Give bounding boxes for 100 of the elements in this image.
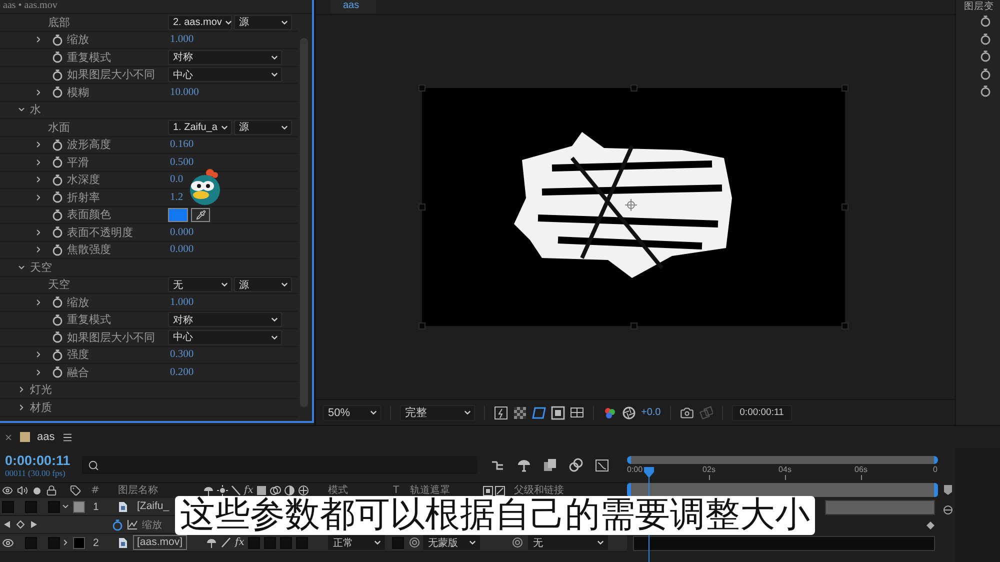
chevron-right-icon[interactable]: [34, 88, 43, 97]
property-value[interactable]: 0.0: [170, 174, 184, 186]
stopwatch-icon[interactable]: [52, 86, 63, 98]
stopwatch-icon[interactable]: [52, 138, 63, 151]
stopwatch-icon[interactable]: [980, 15, 990, 27]
concentric-circles-icon[interactable]: [512, 537, 523, 548]
grid-icon[interactable]: [570, 406, 584, 420]
eye-icon[interactable]: [2, 485, 13, 496]
resize-handle[interactable]: [630, 322, 637, 330]
chevron-right-icon[interactable]: [34, 175, 43, 184]
stopwatch-icon[interactable]: [980, 85, 990, 97]
square-icon[interactable]: [495, 486, 505, 496]
search-field[interactable]: [82, 456, 477, 474]
stopwatch-icon[interactable]: [52, 51, 63, 64]
chevron-right-icon[interactable]: [34, 298, 43, 307]
chevron-right-icon[interactable]: [17, 402, 26, 412]
stopwatch-icon[interactable]: [52, 296, 63, 308]
camera-icon[interactable]: [680, 406, 694, 420]
layer-dropdown[interactable]: 1. Zaifu_a: [168, 120, 232, 135]
chevron-right-icon[interactable]: [34, 192, 43, 202]
slash-icon[interactable]: [231, 485, 241, 496]
stopwatch-icon[interactable]: [52, 208, 63, 221]
square-icon[interactable]: [483, 486, 493, 496]
property-value[interactable]: 0.300: [170, 349, 194, 360]
option-dropdown[interactable]: 中心: [168, 330, 282, 345]
switch-box[interactable]: [248, 536, 260, 548]
keyframe-icon[interactable]: [926, 520, 935, 530]
resize-handle[interactable]: [842, 322, 848, 330]
chevron-right-icon[interactable]: [34, 245, 43, 254]
lightning-frame-icon[interactable]: [494, 406, 508, 420]
track-matte-dropdown[interactable]: 无蒙版: [423, 535, 480, 550]
property-value[interactable]: 10.000: [170, 86, 199, 98]
property-value[interactable]: 0.200: [170, 366, 194, 378]
resize-handle[interactable]: [418, 322, 426, 330]
switch-box[interactable]: [296, 536, 308, 548]
option-dropdown[interactable]: 中心: [168, 67, 282, 82]
option-dropdown[interactable]: 对称: [168, 50, 282, 65]
stopwatch-icon[interactable]: [980, 50, 990, 62]
switch-box[interactable]: [280, 536, 292, 548]
layer-bar[interactable]: [825, 500, 935, 514]
chevron-right-icon[interactable]: [17, 385, 26, 394]
menu-icon[interactable]: [62, 432, 73, 442]
stopwatch-icon[interactable]: [980, 32, 990, 44]
triangle-left-icon[interactable]: [3, 520, 11, 529]
property-value[interactable]: 0.000: [170, 244, 194, 256]
property-value[interactable]: 1.2: [170, 192, 184, 203]
chevron-down-icon[interactable]: [61, 502, 70, 511]
label-swatch[interactable]: [73, 536, 85, 548]
rgb-dots-icon[interactable]: [603, 406, 617, 420]
stopwatch-icon[interactable]: [52, 191, 63, 204]
label-swatch[interactable]: [73, 500, 85, 512]
layer-dropdown[interactable]: 无: [168, 277, 232, 292]
visibility-toggle[interactable]: [2, 536, 14, 548]
composition-tab[interactable]: aas: [331, 0, 376, 13]
slash-icon[interactable]: [221, 537, 231, 548]
timeline-tab[interactable]: aas: [37, 431, 55, 443]
chevron-right-icon[interactable]: [34, 350, 43, 360]
resize-handle[interactable]: [418, 84, 426, 92]
lock-icon[interactable]: [46, 485, 57, 496]
stopwatch-icon[interactable]: [52, 366, 63, 378]
frame-icon[interactable]: [551, 406, 565, 420]
dot-icon[interactable]: [32, 486, 42, 496]
stopwatch-icon[interactable]: [52, 34, 63, 46]
umbrella-icon[interactable]: [206, 537, 217, 548]
shield-icon[interactable]: [942, 484, 952, 496]
close-icon[interactable]: [4, 432, 13, 442]
umbrella-icon[interactable]: [203, 485, 214, 496]
diamond-icon[interactable]: [16, 520, 25, 529]
solo-toggle[interactable]: [25, 536, 37, 548]
current-time[interactable]: 0:00:00:11: [5, 452, 80, 468]
chevron-right-icon[interactable]: [34, 35, 43, 44]
property-value[interactable]: 0.500: [170, 156, 194, 168]
property-value[interactable]: 1.000: [170, 296, 194, 308]
layer-name[interactable]: [Zaifu_: [133, 499, 174, 514]
file-icon[interactable]: [118, 536, 128, 548]
resolution-dropdown[interactable]: 完整: [400, 404, 475, 420]
property-value[interactable]: 1.000: [170, 34, 194, 46]
resize-handle[interactable]: [630, 84, 637, 92]
square-icon[interactable]: [256, 485, 268, 496]
source-dropdown[interactable]: 源: [234, 277, 292, 292]
parallelogram-icon[interactable]: [532, 406, 546, 420]
stopwatch-icon[interactable]: [52, 314, 63, 326]
stopwatch-icon[interactable]: [52, 156, 63, 168]
option-dropdown[interactable]: 对称: [168, 312, 282, 328]
exposure-value[interactable]: +0.0: [641, 407, 661, 418]
file-icon[interactable]: [118, 500, 128, 512]
tag-icon[interactable]: [70, 485, 81, 496]
source-dropdown[interactable]: 源: [234, 14, 292, 30]
mode-dropdown[interactable]: 正常: [328, 535, 385, 550]
resize-handle[interactable]: [842, 84, 848, 92]
checkerboard-icon[interactable]: [513, 406, 527, 420]
chevron-right-icon[interactable]: [61, 538, 70, 547]
stopwatch-icon[interactable]: [980, 68, 990, 80]
half-circle-icon[interactable]: [284, 485, 296, 496]
chevron-right-icon[interactable]: [34, 140, 43, 150]
layer-dropdown[interactable]: 2. aas.mov: [168, 14, 232, 30]
source-dropdown[interactable]: 源: [234, 120, 292, 135]
chevron-right-icon[interactable]: [34, 368, 43, 377]
resize-handle[interactable]: [842, 204, 848, 210]
stopwatch-icon[interactable]: [52, 68, 63, 81]
